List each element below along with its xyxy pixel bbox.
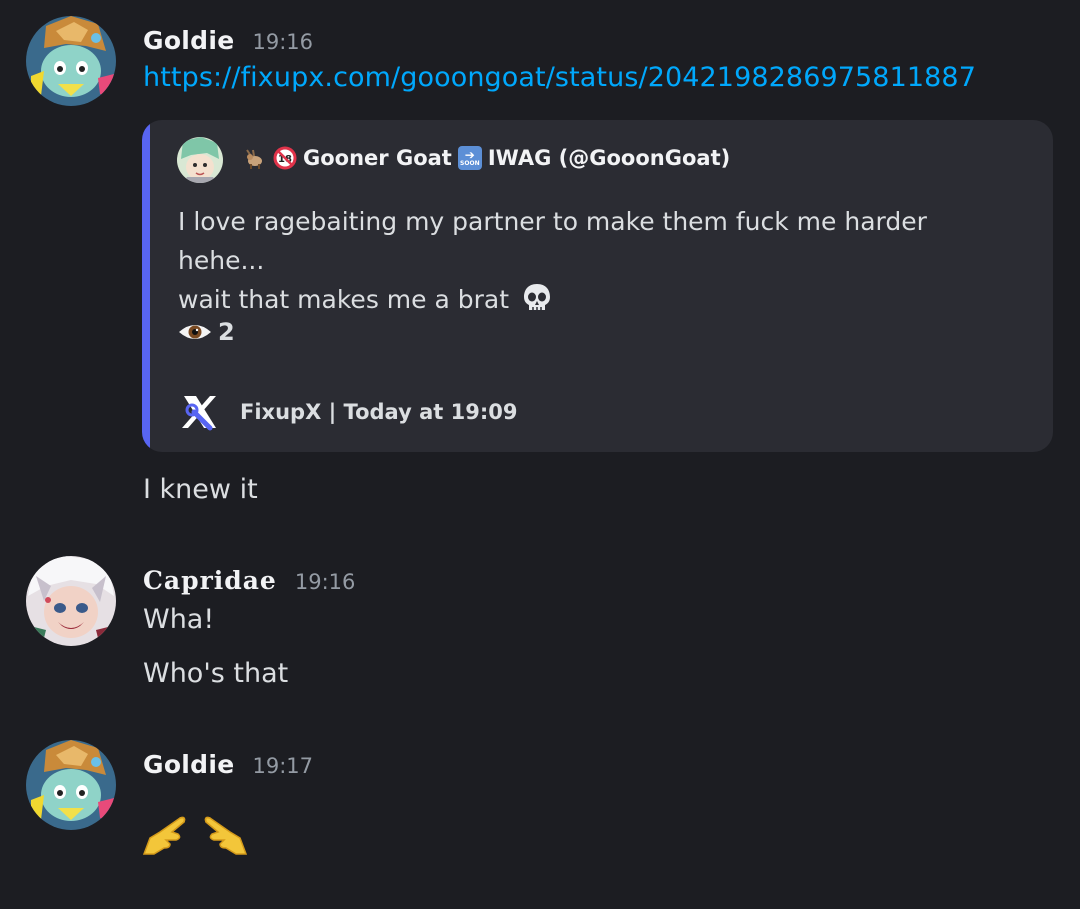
pointing-left-hand-icon[interactable] [198, 808, 250, 864]
message-timestamp[interactable]: 19:16 [295, 570, 356, 594]
embed-footer: FixupX | Today at 19:09 [180, 392, 517, 432]
views-number: 2 [218, 318, 235, 346]
message-header-capridae: Capridae 19:16 [143, 566, 355, 595]
message-timestamp[interactable]: 19:16 [253, 30, 314, 54]
goldie-avatar-image [26, 16, 116, 106]
message-text[interactable]: Who's that [143, 658, 288, 689]
views-count: 2 [178, 318, 235, 346]
avatar-capridae[interactable] [26, 556, 116, 646]
embed-text-line: I love ragebaiting my partner to make th… [178, 207, 927, 275]
embed-text-line: wait that makes me a brat [178, 280, 1018, 319]
avatar-goldie[interactable] [26, 16, 116, 106]
author-name[interactable]: Goldie [143, 750, 235, 779]
pointing-right-hand-icon[interactable] [140, 808, 192, 864]
link-embed: 18 Gooner Goat ➔ SOON IWAG (@GooonGoat) … [142, 120, 1053, 452]
embed-description: I love ragebaiting my partner to make th… [178, 202, 1018, 319]
goat-emoji-icon [243, 146, 267, 170]
embed-author[interactable]: 18 Gooner Goat ➔ SOON IWAG (@GooonGoat) [243, 146, 730, 170]
soon-arrow-icon: ➔ SOON [457, 146, 482, 170]
message-text[interactable]: Wha! [143, 604, 214, 635]
message-header-goldie-2: Goldie 19:17 [143, 750, 313, 779]
author-name[interactable]: Capridae [143, 566, 277, 595]
capridae-avatar-image [26, 556, 116, 646]
embed-author-handle: IWAG (@GooonGoat) [487, 146, 731, 170]
embed-author-avatar[interactable] [177, 137, 223, 183]
message-text[interactable]: I knew it [143, 474, 258, 505]
goldie-avatar-image [26, 740, 116, 830]
author-name[interactable]: Goldie [143, 26, 235, 55]
message-header-goldie-1: Goldie 19:16 [143, 26, 313, 55]
message-timestamp[interactable]: 19:17 [253, 754, 314, 778]
embed-author-name: Gooner Goat [303, 146, 452, 170]
embed-accent-bar [142, 120, 150, 452]
embed-footer-text: FixupX | Today at 19:09 [240, 400, 518, 424]
skull-emoji-icon [521, 282, 553, 314]
eye-icon [178, 320, 212, 344]
no-under-18-icon: 18 [273, 146, 297, 170]
tweet-link[interactable]: https://fixupx.com/gooongoat/status/2042… [143, 62, 976, 93]
fixupx-logo-icon [180, 392, 220, 432]
goat-avatar-image [177, 137, 223, 183]
chat-log: Goldie 19:16 https://fixupx.com/gooongoa… [0, 0, 1080, 909]
avatar-goldie[interactable] [26, 740, 116, 830]
